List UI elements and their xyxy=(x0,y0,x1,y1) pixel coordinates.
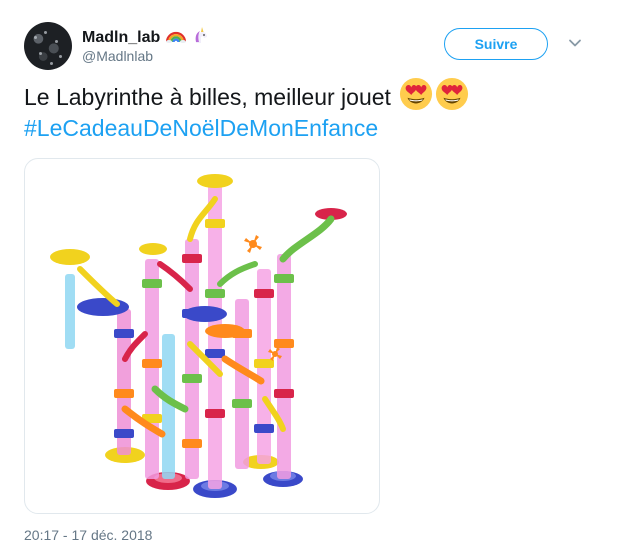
heart-eyes-emoji xyxy=(435,77,469,119)
author-display-name[interactable]: Madln_lab xyxy=(82,29,160,47)
heart-eyes-emoji xyxy=(399,77,433,119)
tweet-text: Le Labyrinthe à billes, meilleur jouet #… xyxy=(24,77,584,144)
hashtag-link[interactable]: #LeCadeauDeNoëlDeMonEnfance xyxy=(24,113,378,144)
follow-button[interactable]: Suivre xyxy=(444,28,548,60)
avatar[interactable] xyxy=(24,22,72,70)
tweet-body: Le Labyrinthe à billes, meilleur jouet xyxy=(24,84,391,110)
rainbow-emoji xyxy=(166,27,187,48)
author-name-row[interactable]: Madln_lab xyxy=(82,26,210,49)
chevron-down-icon[interactable] xyxy=(568,36,582,50)
unicorn-emoji xyxy=(192,26,210,49)
tweet-timestamp[interactable]: 20:17 - 17 déc. 2018 xyxy=(24,527,152,543)
marble-run-toy-image xyxy=(50,174,347,498)
tweet-media-image[interactable] xyxy=(24,158,380,514)
author-handle[interactable]: @Madlnlab xyxy=(82,48,153,64)
